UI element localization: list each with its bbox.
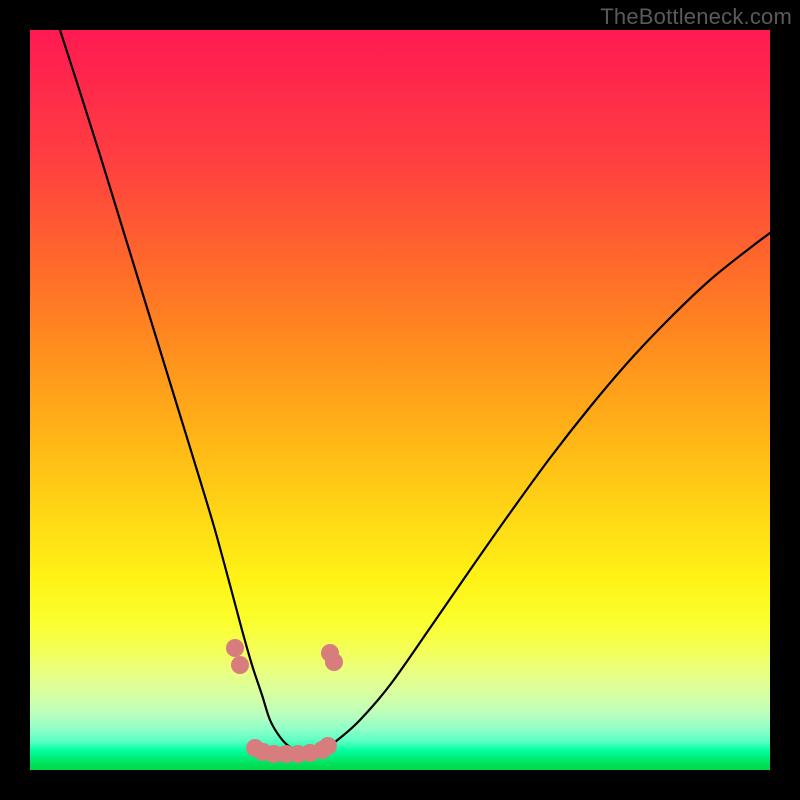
bottleneck-curve [60, 30, 770, 753]
valley-marker [226, 639, 244, 657]
valley-marker [319, 737, 337, 755]
valley-marker [231, 656, 249, 674]
valley-marker [325, 653, 343, 671]
curve-layer [30, 30, 770, 770]
watermark-text: TheBottleneck.com [600, 4, 792, 30]
chart-frame: TheBottleneck.com [0, 0, 800, 800]
plot-area [30, 30, 770, 770]
valley-markers [226, 639, 343, 763]
